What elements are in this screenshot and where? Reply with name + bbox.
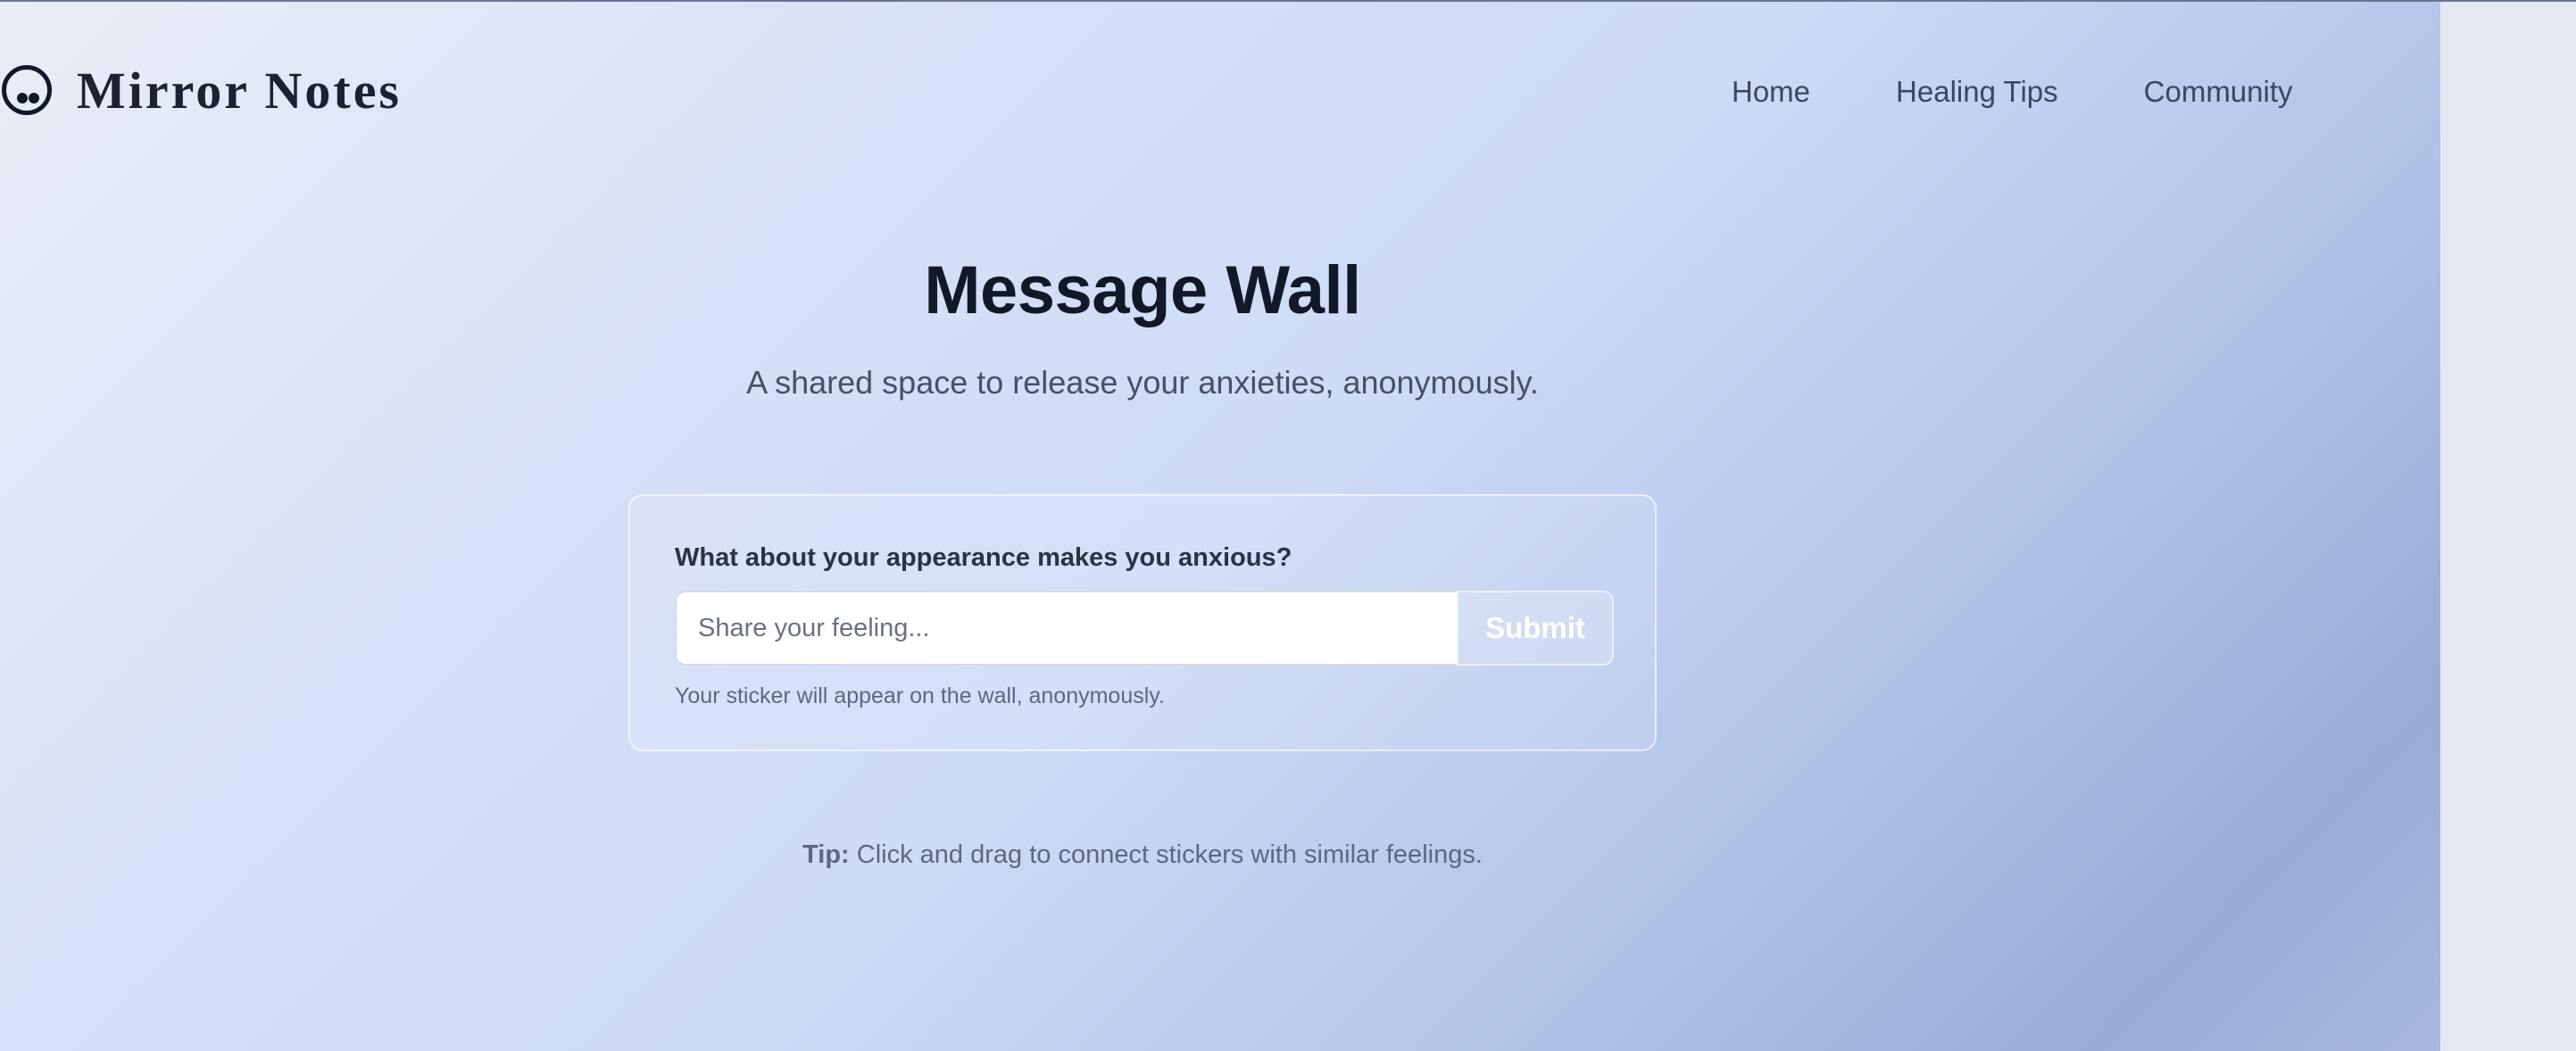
main-nav: Home Healing Tips Community [1732, 71, 2293, 112]
brand-name: Mirror Notes [77, 61, 403, 120]
nav-item-community[interactable]: Community [2144, 75, 2293, 109]
sticker-form-card: What about your appearance makes you anx… [628, 494, 1657, 751]
input-row: Submit [675, 591, 1614, 666]
face-circle-icon [2, 65, 52, 115]
tip-body: Click and drag to connect stickers with … [849, 840, 1483, 869]
page-gutter [2440, 0, 2576, 1051]
submit-button[interactable]: Submit [1457, 591, 1614, 666]
nav-item-home[interactable]: Home [1732, 75, 1810, 109]
page-subtitle: A shared space to release your anxieties… [746, 364, 1539, 401]
tip-prefix: Tip: [802, 840, 850, 869]
anonymity-note: Your sticker will appear on the wall, an… [675, 683, 1165, 708]
nav-item-healing-tips[interactable]: Healing Tips [1896, 75, 2058, 109]
logo-eye-right [29, 93, 39, 103]
feeling-label: What about your appearance makes you anx… [675, 543, 1292, 572]
tip-text: Tip: Click and drag to connect stickers … [0, 840, 2285, 870]
page-background: Mirror Notes Home Healing Tips Community… [0, 0, 2440, 1051]
brand-logo[interactable]: Mirror Notes [2, 61, 402, 120]
window-top-border [0, 0, 2576, 2]
page-title: Message Wall [924, 252, 1361, 328]
feeling-input[interactable] [675, 591, 1457, 666]
logo-eye-left [17, 93, 28, 103]
